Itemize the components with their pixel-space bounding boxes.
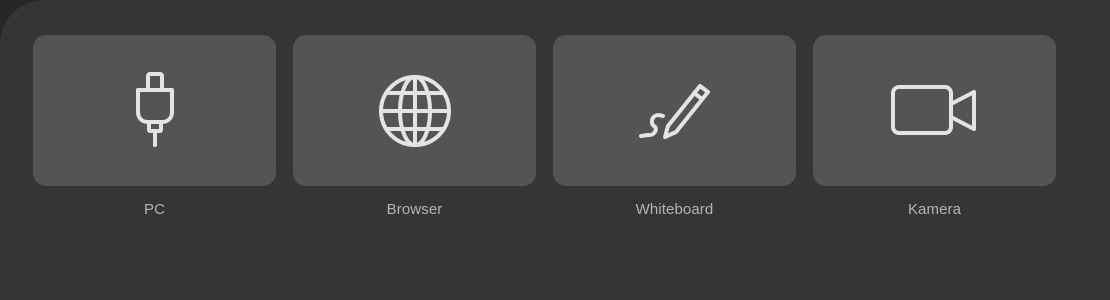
source-label-pc: PC [143,201,166,218]
pen-icon [635,76,715,146]
globe-icon [375,71,455,151]
source-tile-camera[interactable] [813,35,1056,186]
source-label-camera: Kamera [907,201,962,218]
source-label-browser: Browser [386,201,443,218]
source-selector-panel: PC Browser Whiteboard Kamera [0,0,1110,300]
video-camera-icon [890,81,980,141]
source-tile-browser[interactable] [293,35,536,186]
usb-plug-icon [125,71,185,151]
source-tile-whiteboard[interactable] [553,35,796,186]
source-label-whiteboard: Whiteboard [635,201,714,218]
source-tile-pc[interactable] [33,35,276,186]
